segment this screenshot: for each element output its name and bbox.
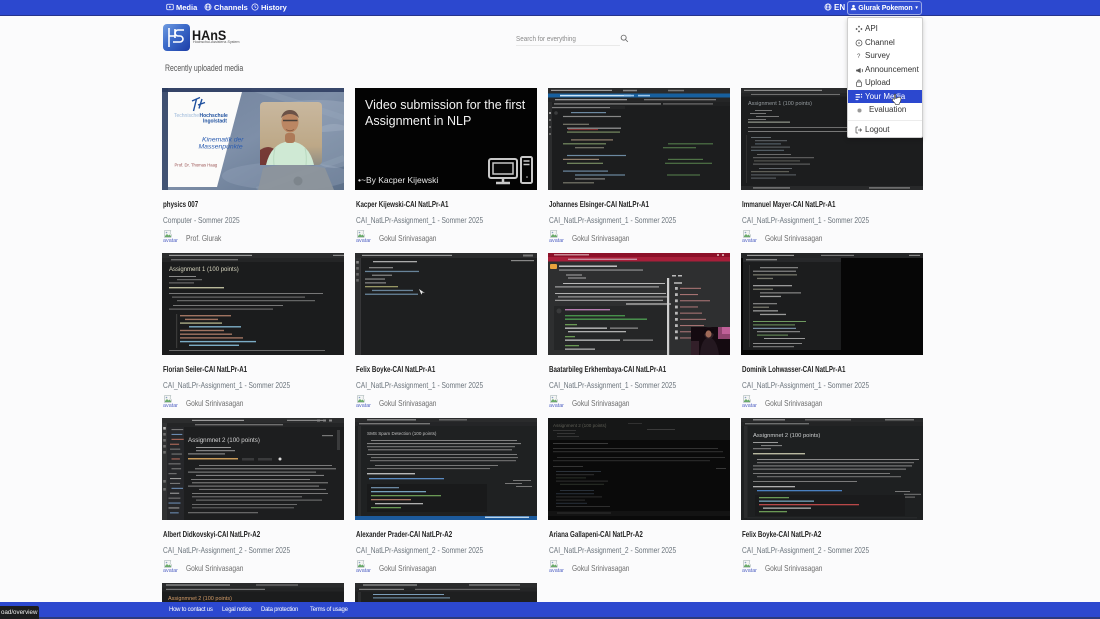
svg-text:Massenpunkte: Massenpunkte xyxy=(199,144,243,151)
svg-text:Prof. Dr. Thomas Haag: Prof. Dr. Thomas Haag xyxy=(175,163,218,168)
svg-text:Technische: Technische xyxy=(174,113,199,119)
svg-text:Assignment 2 (100 points): Assignment 2 (100 points) xyxy=(553,423,607,428)
svg-text:Kinematik der: Kinematik der xyxy=(202,137,244,144)
svg-text:SMS Spam Detection (100 points: SMS Spam Detection (100 points) xyxy=(367,431,437,436)
svg-text:•~By Kacper Kijewski: •~By Kacper Kijewski xyxy=(358,175,438,185)
svg-text:Assignment 1 (100 points): Assignment 1 (100 points) xyxy=(748,101,812,107)
svg-text:Assignment 1 (100 points): Assignment 1 (100 points) xyxy=(169,267,239,273)
svg-text:?: ? xyxy=(857,54,861,60)
svg-text:Video submission for the first: Video submission for the first xyxy=(365,98,526,112)
svg-text:Assignment in NLP: Assignment in NLP xyxy=(365,114,471,128)
svg-text:Assignmnet 2 (100 points): Assignmnet 2 (100 points) xyxy=(753,433,820,439)
svg-text:Assignmnet 2 (100 points): Assignmnet 2 (100 points) xyxy=(188,437,260,444)
svg-text:Ingolstadt: Ingolstadt xyxy=(203,119,227,125)
